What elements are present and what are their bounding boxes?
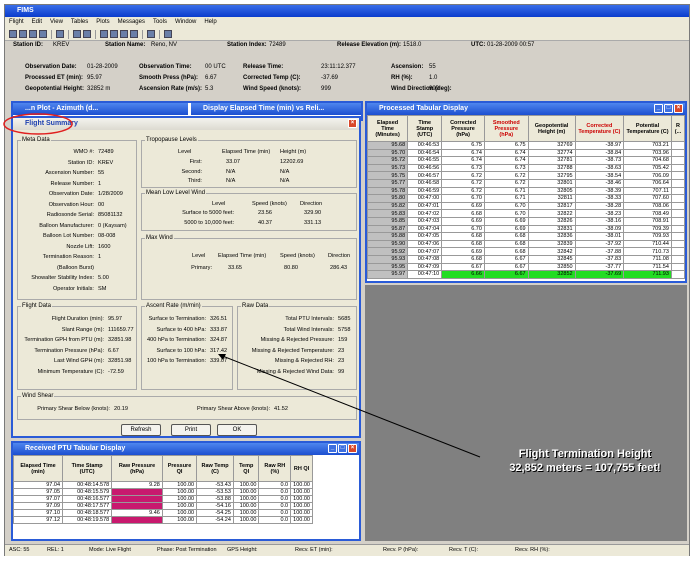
annotation-line2: 32,852 meters = 107,755 feet!	[509, 462, 661, 474]
highlight-circle	[3, 113, 73, 135]
annotation-arrow	[219, 354, 481, 458]
annotation-text: Flight Termination Height 32,852 meters …	[485, 447, 685, 475]
annotation-arrow-layer	[3, 113, 481, 458]
annotation-line1: Flight Termination Height	[518, 448, 652, 460]
